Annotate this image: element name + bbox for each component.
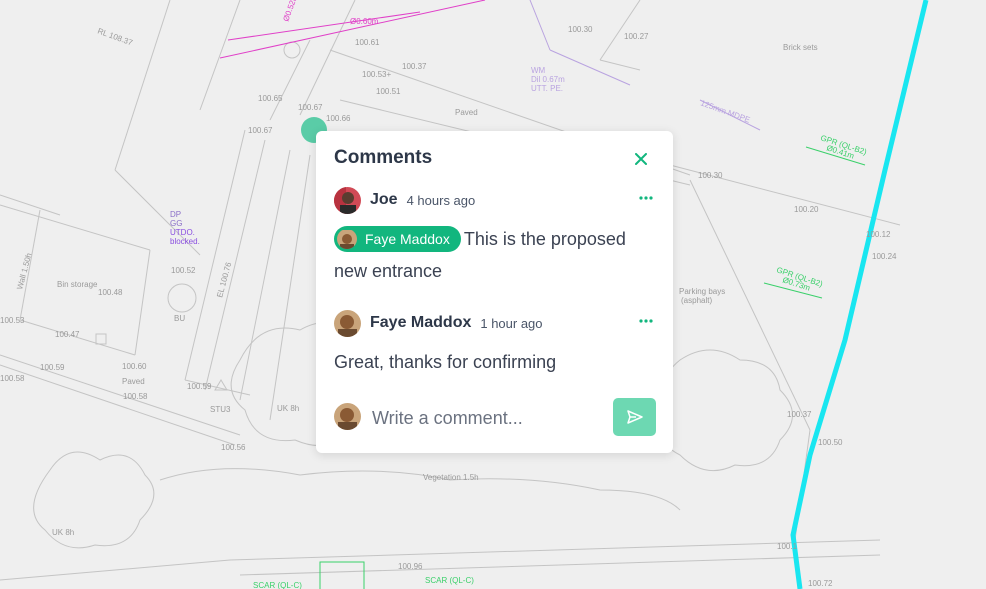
close-button[interactable] [632, 150, 650, 168]
svg-text:100.30: 100.30 [568, 25, 593, 34]
svg-text:100.48: 100.48 [98, 288, 123, 297]
comment-options-button[interactable] [637, 312, 655, 330]
svg-text:BU: BU [174, 314, 185, 323]
svg-text:100.47: 100.47 [55, 330, 80, 339]
svg-text:Ø0.52m: Ø0.52m [281, 0, 299, 23]
svg-text:UTDO.: UTDO. [170, 228, 195, 237]
svg-text:Paved: Paved [122, 377, 145, 386]
svg-text:100.51: 100.51 [376, 87, 401, 96]
svg-text:100.61: 100.61 [355, 38, 380, 47]
svg-text:100.50: 100.50 [818, 438, 843, 447]
comment-input[interactable] [370, 400, 604, 436]
svg-text:UK 8h: UK 8h [277, 404, 299, 413]
more-horizontal-icon [639, 319, 653, 323]
svg-text:UK 8h: UK 8h [52, 528, 74, 537]
svg-text:100.1: 100.1 [777, 542, 798, 551]
svg-text:Ø0.60m: Ø0.60m [350, 17, 379, 26]
comment-item: Faye Maddox 1 hour ago Great, thanks for… [334, 309, 656, 378]
svg-text:Dil 0.67m: Dil 0.67m [531, 75, 565, 84]
svg-text:STU3: STU3 [210, 405, 231, 414]
svg-text:100.20: 100.20 [794, 205, 819, 214]
comment-options-button[interactable] [637, 189, 655, 207]
close-icon [635, 153, 647, 165]
svg-text:100.37: 100.37 [402, 62, 427, 71]
svg-text:100.60: 100.60 [122, 362, 147, 371]
comment-text: Faye Maddox This is the proposed new ent… [334, 223, 654, 287]
svg-text:Bin storage: Bin storage [57, 280, 98, 289]
svg-text:DP: DP [170, 210, 181, 219]
svg-text:100.59: 100.59 [187, 382, 212, 391]
comment-message: Great, thanks for confirming [334, 352, 557, 372]
svg-text:100.53+: 100.53+ [362, 70, 391, 79]
svg-text:100.56: 100.56 [221, 443, 246, 452]
svg-text:UTT. PE.: UTT. PE. [531, 84, 563, 93]
svg-text:100.37: 100.37 [787, 410, 812, 419]
svg-text:blocked.: blocked. [170, 237, 200, 246]
comment-header: Faye Maddox 1 hour ago [334, 309, 656, 337]
svg-text:100.58: 100.58 [123, 392, 148, 401]
svg-text:Vegetation 1.5h: Vegetation 1.5h [423, 473, 479, 482]
comment-text: Great, thanks for confirming [334, 346, 654, 378]
svg-text:GG: GG [170, 219, 182, 228]
svg-text:SCAR (QL-C): SCAR (QL-C) [253, 581, 302, 589]
svg-text:Brick sets: Brick sets [783, 43, 818, 52]
svg-text:100.12: 100.12 [866, 230, 891, 239]
svg-text:Wall 1.50h: Wall 1.50h [15, 252, 33, 291]
comment-author: Joe [370, 191, 398, 208]
comment-time: 4 hours ago [406, 192, 476, 208]
svg-text:100.96: 100.96 [398, 562, 423, 571]
svg-text:100.58: 100.58 [0, 374, 25, 383]
avatar [334, 403, 361, 430]
svg-text:100.30: 100.30 [698, 171, 723, 180]
svg-text:Parking bays: Parking bays [679, 287, 725, 296]
comment-composer [334, 398, 656, 436]
svg-text:100.53: 100.53 [0, 316, 25, 325]
svg-text:EL 100.76: EL 100.76 [215, 261, 233, 299]
svg-text:100.72: 100.72 [808, 579, 833, 588]
svg-text:(asphalt): (asphalt) [681, 296, 712, 305]
comment-author: Faye Maddox [370, 314, 472, 331]
svg-text:Paved: Paved [455, 108, 478, 117]
svg-text:100.52: 100.52 [171, 266, 196, 275]
svg-text:100.67: 100.67 [298, 103, 323, 112]
svg-text:100.67: 100.67 [248, 126, 273, 135]
send-icon [626, 410, 643, 424]
send-button[interactable] [613, 398, 656, 436]
mention-chip[interactable]: Faye Maddox [334, 226, 461, 253]
svg-text:SCAR (QL-C): SCAR (QL-C) [425, 576, 474, 585]
more-horizontal-icon [639, 196, 653, 200]
panel-title: Comments [334, 147, 433, 168]
svg-text:100.65: 100.65 [258, 94, 283, 103]
svg-text:100.24: 100.24 [872, 252, 897, 261]
avatar [334, 309, 361, 337]
svg-text:100.66: 100.66 [326, 114, 351, 123]
svg-text:100.27: 100.27 [624, 32, 649, 41]
comments-panel: Comments Joe 4 hours ago Faye Maddox Thi… [316, 131, 673, 453]
mention-name: Faye Maddox [365, 231, 450, 248]
comment-header: Joe 4 hours ago [334, 186, 656, 214]
avatar [334, 186, 361, 214]
svg-text:100.59: 100.59 [40, 363, 65, 372]
comment-item: Joe 4 hours ago Faye Maddox This is the … [334, 186, 656, 287]
avatar [337, 229, 357, 250]
svg-text:WM: WM [531, 66, 546, 75]
svg-text:125mm MDPE: 125mm MDPE [699, 98, 751, 124]
comment-time: 1 hour ago [480, 315, 543, 331]
svg-text:RL 108.37: RL 108.37 [96, 26, 134, 47]
